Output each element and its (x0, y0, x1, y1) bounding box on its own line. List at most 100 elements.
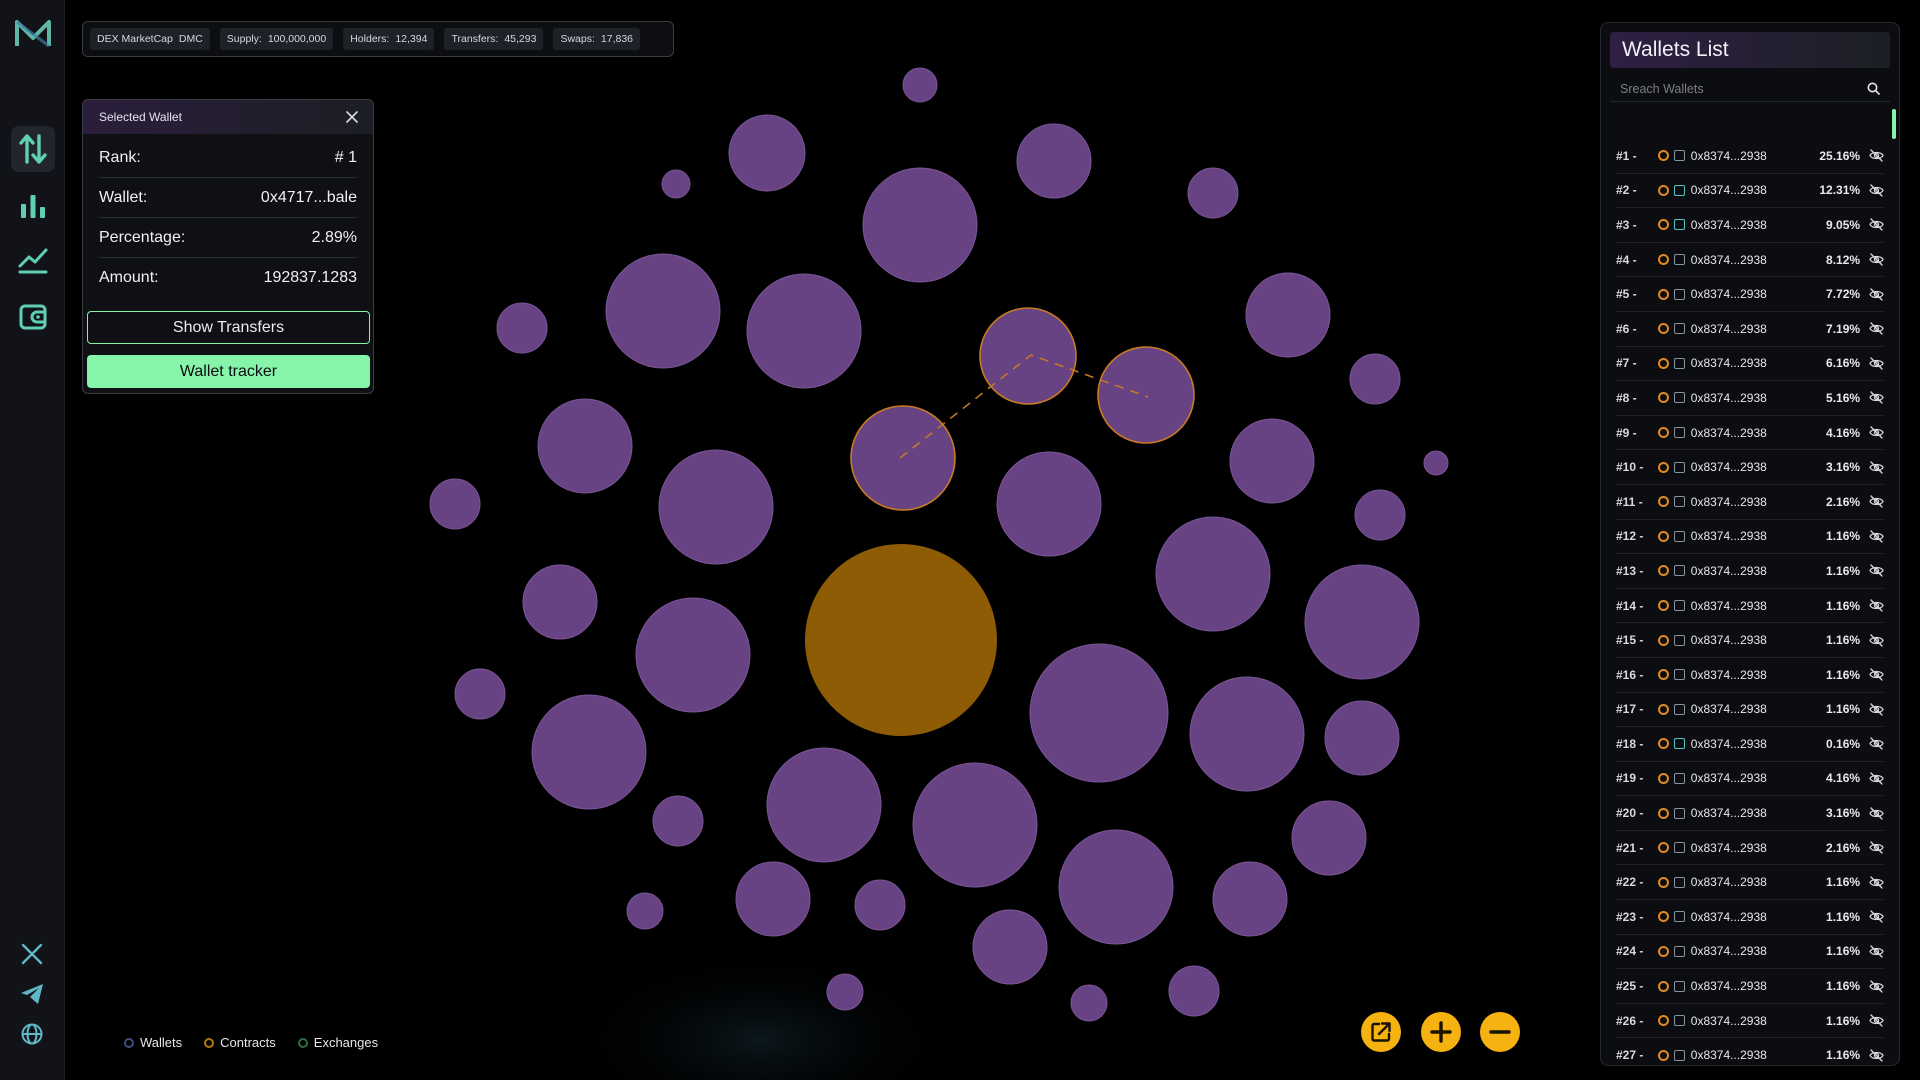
wallet-address[interactable]: 0x8374...2938 (1691, 841, 1803, 855)
wallet-bubble[interactable] (1229, 418, 1315, 504)
wallet-bubble[interactable] (746, 273, 862, 389)
wallet-address[interactable]: 0x8374...2938 (1691, 910, 1803, 924)
wallet-address[interactable]: 0x8374...2938 (1691, 668, 1803, 682)
wallet-bubble[interactable] (1029, 643, 1169, 783)
hide-wallet-button[interactable] (1868, 633, 1884, 647)
wallet-bubble[interactable] (1291, 800, 1367, 876)
wallet-bubble[interactable] (626, 892, 664, 930)
wallet-bubble[interactable] (531, 694, 647, 810)
wallet-address[interactable]: 0x8374...2938 (1691, 356, 1803, 370)
hide-wallet-button[interactable] (1868, 287, 1884, 301)
wallet-address[interactable]: 0x8374...2938 (1691, 529, 1803, 543)
wallet-address[interactable]: 0x8374...2938 (1691, 253, 1803, 267)
wallet-row[interactable]: #3 - 0x8374...2938 9.05% (1616, 208, 1884, 243)
wallet-bubble[interactable] (605, 253, 721, 369)
hide-wallet-button[interactable] (1868, 875, 1884, 889)
wallet-address[interactable]: 0x8374...2938 (1691, 979, 1803, 993)
hide-wallet-button[interactable] (1868, 668, 1884, 682)
hide-wallet-button[interactable] (1868, 1048, 1884, 1062)
wallet-bubble[interactable] (1168, 965, 1220, 1017)
wallet-address[interactable]: 0x8374...2938 (1691, 806, 1803, 820)
wallet-address[interactable]: 0x8374...2938 (1691, 183, 1803, 197)
wallet-bubble[interactable] (454, 668, 506, 720)
wallet-row[interactable]: #5 - 0x8374...2938 7.72% (1616, 277, 1884, 312)
wallet-row[interactable]: #9 - 0x8374...2938 4.16% (1616, 416, 1884, 451)
wallet-address[interactable]: 0x8374...2938 (1691, 149, 1803, 163)
hide-wallet-button[interactable] (1868, 771, 1884, 785)
wallet-row[interactable]: #14 - 0x8374...2938 1.16% (1616, 589, 1884, 624)
wallet-row[interactable]: #1 - 0x8374...2938 25.16% (1616, 139, 1884, 174)
wallet-bubble[interactable] (996, 451, 1102, 557)
wallet-row[interactable]: #15 - 0x8374...2938 1.16% (1616, 623, 1884, 658)
wallet-bubble[interactable] (728, 114, 806, 192)
wallet-row[interactable]: #13 - 0x8374...2938 1.16% (1616, 554, 1884, 589)
hide-wallet-button[interactable] (1868, 356, 1884, 370)
wallet-bubble[interactable] (1245, 272, 1331, 358)
wallet-bubble[interactable] (1354, 489, 1406, 541)
linked-wallet-bubble[interactable] (1097, 346, 1195, 444)
wallet-address[interactable]: 0x8374...2938 (1691, 287, 1803, 301)
wallet-address[interactable]: 0x8374...2938 (1691, 495, 1803, 509)
wallet-row[interactable]: #27 - 0x8374...2938 1.16% (1616, 1038, 1884, 1065)
hide-wallet-button[interactable] (1868, 737, 1884, 751)
wallet-bubble[interactable] (661, 169, 691, 199)
wallet-bubble[interactable] (537, 398, 633, 494)
hide-wallet-button[interactable] (1868, 183, 1884, 197)
wallet-bubble[interactable] (496, 302, 548, 354)
wallet-address[interactable]: 0x8374...2938 (1691, 564, 1803, 578)
wallet-bubble[interactable] (658, 449, 774, 565)
wallet-bubble[interactable] (766, 747, 882, 863)
hide-wallet-button[interactable] (1868, 702, 1884, 716)
wallet-search-input[interactable] (1620, 81, 1850, 96)
wallet-address[interactable]: 0x8374...2938 (1691, 391, 1803, 405)
wallet-address[interactable]: 0x8374...2938 (1691, 633, 1803, 647)
wallet-address[interactable]: 0x8374...2938 (1691, 1014, 1803, 1028)
wallet-row[interactable]: #22 - 0x8374...2938 1.16% (1616, 865, 1884, 901)
wallet-row[interactable]: #10 - 0x8374...2938 3.16% (1616, 450, 1884, 485)
hide-wallet-button[interactable] (1868, 322, 1884, 336)
wallet-address[interactable]: 0x8374...2938 (1691, 737, 1803, 751)
legend-exchanges[interactable]: Exchanges (297, 1035, 378, 1050)
wallet-row[interactable]: #24 - 0x8374...2938 1.16% (1616, 935, 1884, 970)
wallet-row[interactable]: #20 - 0x8374...2938 3.16% (1616, 796, 1884, 831)
wallet-row[interactable]: #26 - 0x8374...2938 1.16% (1616, 1004, 1884, 1039)
hide-wallet-button[interactable] (1868, 391, 1884, 405)
wallet-row[interactable]: #25 - 0x8374...2938 1.16% (1616, 969, 1884, 1004)
wallet-bubble[interactable] (652, 795, 704, 847)
wallet-bubble[interactable] (862, 167, 978, 283)
hide-wallet-button[interactable] (1868, 149, 1884, 163)
open-external-button[interactable] (1361, 1012, 1401, 1052)
hide-wallet-button[interactable] (1868, 1014, 1884, 1028)
show-transfers-button[interactable]: Show Transfers (87, 311, 370, 344)
hide-wallet-button[interactable] (1868, 944, 1884, 958)
wallet-bubble[interactable] (854, 879, 906, 931)
wallet-address[interactable]: 0x8374...2938 (1691, 599, 1803, 613)
wallet-row[interactable]: #17 - 0x8374...2938 1.16% (1616, 693, 1884, 728)
wallet-bubble[interactable] (826, 973, 864, 1011)
wallet-bubble[interactable] (1016, 123, 1092, 199)
wallet-address[interactable]: 0x8374...2938 (1691, 944, 1803, 958)
wallet-address[interactable]: 0x8374...2938 (1691, 460, 1803, 474)
wallet-bubble[interactable] (1189, 676, 1305, 792)
wallet-row[interactable]: #11 - 0x8374...2938 2.16% (1616, 485, 1884, 520)
wallet-bubble[interactable] (429, 478, 481, 530)
hide-wallet-button[interactable] (1868, 529, 1884, 543)
wallet-row[interactable]: #18 - 0x8374...2938 0.16% (1616, 727, 1884, 762)
wallet-row[interactable]: #19 - 0x8374...2938 4.16% (1616, 762, 1884, 797)
wallet-bubble[interactable] (1212, 861, 1288, 937)
wallet-bubble[interactable] (735, 861, 811, 937)
wallet-bubble[interactable] (1304, 564, 1420, 680)
wallet-bubble[interactable] (1423, 450, 1449, 476)
close-button[interactable] (343, 108, 361, 126)
hide-wallet-button[interactable] (1868, 599, 1884, 613)
wallet-address[interactable]: 0x8374...2938 (1691, 426, 1803, 440)
wallet-row[interactable]: #16 - 0x8374...2938 1.16% (1616, 658, 1884, 693)
hide-wallet-button[interactable] (1868, 460, 1884, 474)
wallet-row[interactable]: #8 - 0x8374...2938 5.16% (1616, 381, 1884, 416)
wallet-row[interactable]: #12 - 0x8374...2938 1.16% (1616, 520, 1884, 555)
hide-wallet-button[interactable] (1868, 495, 1884, 509)
wallet-bubble[interactable] (1070, 984, 1108, 1022)
wallet-bubble[interactable] (912, 762, 1038, 888)
linked-wallet-bubble[interactable] (850, 405, 956, 511)
wallet-bubble[interactable] (972, 909, 1048, 985)
